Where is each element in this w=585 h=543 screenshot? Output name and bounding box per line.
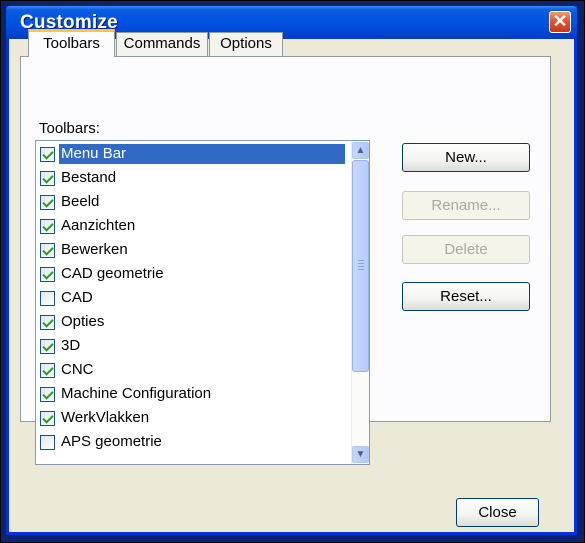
scroll-thumb[interactable] — [352, 160, 369, 372]
scroll-up-icon[interactable]: ▲ — [352, 142, 369, 159]
checkbox[interactable] — [40, 339, 55, 354]
list-item[interactable]: Opties — [40, 311, 350, 335]
list-item-label: Aanzichten — [61, 217, 136, 234]
checkbox[interactable] — [40, 171, 55, 186]
list-item[interactable]: Bewerken — [40, 239, 350, 263]
list-item-label: Menu Bar — [59, 144, 345, 164]
tab-options[interactable]: Options — [209, 32, 283, 56]
tab-commands[interactable]: Commands — [116, 32, 208, 56]
close-button[interactable]: Close — [456, 498, 539, 527]
list-item-label: APS geometrie — [61, 433, 162, 450]
list-item-label: Bewerken — [61, 241, 128, 258]
checkbox[interactable] — [40, 219, 55, 234]
checkbox[interactable] — [40, 267, 55, 282]
list-item-label: CAD — [61, 289, 93, 306]
list-item-label: CNC — [61, 361, 94, 378]
close-icon[interactable]: ✕ — [549, 11, 571, 33]
list-item-label: CAD geometrie — [61, 265, 164, 282]
list-item-label: Machine Configuration — [61, 385, 212, 402]
checkbox[interactable] — [40, 387, 55, 402]
list-item-label: WerkVlakken — [61, 409, 150, 426]
delete-button[interactable]: Delete — [402, 235, 530, 264]
list-item[interactable]: APS geometrie — [40, 431, 350, 455]
list-item-label: Bestand — [61, 169, 117, 186]
list-item[interactable]: CNC — [40, 359, 350, 383]
checkbox[interactable] — [40, 435, 55, 450]
reset-button[interactable]: Reset... — [402, 282, 530, 311]
list-item[interactable]: Aanzichten — [40, 215, 350, 239]
checkbox[interactable] — [40, 363, 55, 378]
list-item[interactable]: 3D — [40, 335, 350, 359]
list-item-label: Opties — [61, 313, 105, 330]
list-item[interactable]: Beeld — [40, 191, 350, 215]
list-item[interactable]: Bestand — [40, 167, 350, 191]
checkbox[interactable] — [40, 291, 55, 306]
list-item[interactable]: Menu Bar — [40, 143, 350, 167]
checkbox[interactable] — [40, 411, 55, 426]
list-item-label: 3D — [61, 337, 81, 354]
checkbox[interactable] — [40, 147, 55, 162]
toolbars-list-label: Toolbars: — [39, 120, 100, 137]
list-item-label: Beeld — [61, 193, 100, 210]
new-button[interactable]: New... — [402, 143, 530, 172]
list-item[interactable]: CAD — [40, 287, 350, 311]
checkbox[interactable] — [40, 243, 55, 258]
scroll-down-icon[interactable]: ▼ — [352, 446, 369, 463]
list-item[interactable]: Machine Configuration — [40, 383, 350, 407]
list-item[interactable]: WerkVlakken — [40, 407, 350, 431]
checkbox[interactable] — [40, 315, 55, 330]
checkbox[interactable] — [40, 195, 55, 210]
toolbars-list[interactable]: Menu Bar Bestand Beeld Aanzichten Bewerken CA… — [35, 140, 370, 465]
tab-toolbars[interactable]: Toolbars — [28, 29, 115, 57]
list-item[interactable]: CAD geometrie — [40, 263, 350, 287]
rename-button[interactable]: Rename... — [402, 191, 530, 220]
list-scrollbar[interactable]: ▲ ▼ — [351, 141, 369, 464]
